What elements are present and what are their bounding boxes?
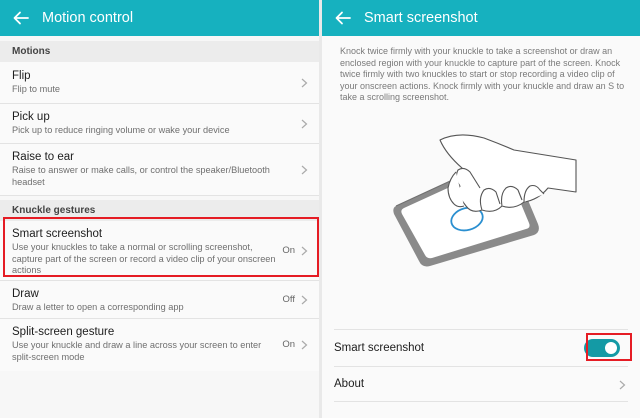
hand-phone-illustration — [393, 134, 577, 267]
item-subtitle: Draw a letter to open a corresponding ap… — [12, 302, 184, 312]
item-state: On — [282, 339, 295, 350]
highlight-box-toggle — [586, 333, 632, 361]
chevron-right-icon — [301, 119, 308, 128]
setting-item-draw[interactable]: Draw Draw a letter to open a correspondi… — [0, 281, 319, 319]
chevron-right-icon — [301, 340, 308, 350]
item-title: Split-screen gesture — [12, 326, 115, 338]
item-title: Raise to ear — [12, 151, 75, 163]
item-subtitle: Pick up to reduce ringing volume or wake… — [12, 125, 230, 135]
item-subtitle: Flip to mute — [12, 84, 60, 94]
section-header-motions: Motions — [0, 41, 319, 62]
feature-description: Knock twice firmly with your knuckle to … — [340, 46, 625, 103]
app-bar: Smart screenshot — [322, 0, 640, 36]
page-title: Smart screenshot — [364, 10, 478, 26]
setting-item-pick-up[interactable]: Pick up Pick up to reduce ringing volume… — [0, 104, 319, 144]
setting-item-flip[interactable]: Flip Flip to mute — [0, 62, 319, 104]
chevron-right-icon — [619, 380, 626, 390]
motion-control-panel: Motion control Motions Flip Flip to mute… — [0, 0, 319, 418]
chevron-right-icon — [301, 295, 308, 304]
chevron-right-icon — [301, 165, 308, 174]
highlight-box-smart-screenshot — [3, 217, 319, 277]
item-title: Pick up — [12, 111, 50, 123]
about-row[interactable]: About — [334, 366, 628, 402]
item-subtitle: Raise to answer or make calls, or contro… — [12, 165, 270, 187]
item-title: Flip — [12, 70, 31, 82]
toggle-label: Smart screenshot — [334, 341, 425, 354]
setting-item-split-screen-gesture[interactable]: Split-screen gesture Use your knuckle an… — [0, 319, 319, 371]
setting-item-raise-to-ear[interactable]: Raise to ear Raise to answer or make cal… — [0, 144, 319, 196]
smart-screenshot-panel: Smart screenshot Knock twice firmly with… — [322, 0, 640, 418]
app-bar: Motion control — [0, 0, 319, 36]
chevron-right-icon — [301, 78, 308, 87]
back-arrow-icon[interactable] — [322, 0, 364, 36]
page-title: Motion control — [42, 10, 134, 26]
smart-screenshot-toggle-row[interactable]: Smart screenshot — [334, 329, 628, 365]
item-title: Draw — [12, 288, 39, 300]
item-subtitle: Use your knuckle and draw a line across … — [12, 340, 262, 362]
item-state: Off — [282, 293, 296, 305]
about-label: About — [334, 378, 365, 390]
back-arrow-icon[interactable] — [0, 0, 42, 36]
